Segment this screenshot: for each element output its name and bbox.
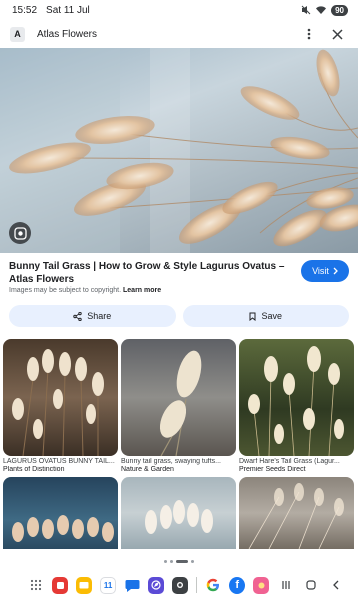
app-drawer-icon[interactable] <box>28 577 44 594</box>
status-left: 15:52 Sat 11 Jul <box>12 5 90 16</box>
close-button[interactable] <box>326 23 348 45</box>
grid-item[interactable] <box>121 477 236 549</box>
result-title[interactable]: Bunny Tail Grass | How to Grow & Style L… <box>9 260 294 286</box>
bunny-tail-thumbnail <box>248 483 344 549</box>
page-dot <box>170 560 173 563</box>
mute-icon <box>301 5 311 15</box>
save-label: Save <box>261 311 282 321</box>
dock-separator <box>196 577 198 593</box>
bunny-tail-thumbnail <box>159 350 202 456</box>
bunny-tail-grass-photo <box>0 48 358 253</box>
grid-item-source: Premier Seeds Direct <box>239 466 306 473</box>
status-bar: 15:52 Sat 11 Jul 90 <box>0 0 358 20</box>
grid-item[interactable]: Dwarf Hare's Tail Grass (Lagur... Premie… <box>239 339 354 473</box>
thumbnail-image[interactable] <box>239 477 354 549</box>
status-time: 15:52 <box>12 4 38 16</box>
back-button[interactable] <box>327 576 344 594</box>
copyright-text: Images may be subject to copyright. <box>9 287 122 294</box>
page-dot <box>164 560 167 563</box>
more-vert-icon <box>307 28 311 40</box>
share-button[interactable]: Share <box>9 305 176 327</box>
app-icon-red[interactable] <box>52 576 69 594</box>
thumbnail-image[interactable] <box>121 339 236 456</box>
chevron-right-icon <box>333 267 338 275</box>
result-info: Bunny Tail Grass | How to Grow & Style L… <box>9 256 349 302</box>
recents-button[interactable] <box>277 576 294 594</box>
grid-item[interactable]: LAGURUS OVATUS BUNNY TAIL... Plants of D… <box>3 339 118 473</box>
back-icon <box>332 580 339 590</box>
grid-item-title: LAGURUS OVATUS BUNNY TAIL... <box>3 458 115 465</box>
save-button[interactable]: Save <box>182 305 349 327</box>
more-options-button[interactable] <box>298 23 320 45</box>
messages-icon[interactable] <box>124 577 140 594</box>
google-icon[interactable] <box>205 577 221 594</box>
thumbnail-image[interactable] <box>121 477 236 549</box>
visit-button[interactable]: Visit <box>301 260 349 282</box>
navigation-bar: 11 f <box>0 570 358 600</box>
related-images-grid: LAGURUS OVATUS BUNNY TAIL... Plants of D… <box>3 339 355 553</box>
learn-more-link[interactable]: Learn more <box>123 287 161 294</box>
grid-row: LAGURUS OVATUS BUNNY TAIL... Plants of D… <box>3 339 355 473</box>
status-date: Sat 11 Jul <box>46 4 90 16</box>
thumbnail-image[interactable] <box>3 339 118 456</box>
camera-icon[interactable] <box>172 576 189 594</box>
battery-badge: 90 <box>331 4 348 16</box>
page-dot-active <box>176 560 188 563</box>
calendar-icon[interactable]: 11 <box>100 576 117 594</box>
bunny-tail-thumbnail <box>12 349 104 456</box>
browser-icon[interactable] <box>148 576 165 594</box>
close-icon <box>331 28 343 40</box>
thumbnail-image[interactable] <box>3 477 118 549</box>
home-icon <box>306 580 316 590</box>
grid-item-source: Nature & Garden <box>121 466 174 473</box>
action-bar: Share Save <box>9 305 349 327</box>
grid-item[interactable]: Bunny tail grass, swaying tufts... Natur… <box>121 339 236 473</box>
status-right: 90 <box>301 4 348 16</box>
page-dot <box>191 560 194 563</box>
grid-item[interactable] <box>3 477 118 549</box>
calendar-day: 11 <box>103 580 113 590</box>
grid-row <box>3 477 355 549</box>
bunny-tail-thumbnail <box>145 500 213 534</box>
google-lens-icon <box>13 226 27 240</box>
google-lens-button[interactable] <box>9 222 31 244</box>
app-icon-pink[interactable] <box>253 576 270 594</box>
copyright-notice: Images may be subject to copyright. Lear… <box>9 287 161 294</box>
site-logo-icon: A <box>10 26 25 42</box>
share-label: Share <box>87 311 112 321</box>
hero-image[interactable] <box>0 48 358 253</box>
site-name: Atlas Flowers <box>37 28 98 40</box>
share-icon <box>73 311 82 321</box>
grid-item-source: Plants of Distinction <box>3 466 65 473</box>
bookmark-icon <box>249 312 256 321</box>
grid-item[interactable] <box>239 477 354 549</box>
grid-item-title: Dwarf Hare's Tail Grass (Lagur... <box>239 458 340 465</box>
files-icon[interactable] <box>76 576 93 594</box>
page-indicator <box>0 560 358 563</box>
page-header: A Atlas Flowers <box>0 20 358 48</box>
bunny-tail-thumbnail <box>248 346 344 456</box>
recents-icon <box>282 581 290 589</box>
home-button[interactable] <box>302 576 319 594</box>
facebook-icon[interactable]: f <box>229 576 246 594</box>
thumbnail-image[interactable] <box>239 339 354 456</box>
grid-item-title: Bunny tail grass, swaying tufts... <box>121 458 221 465</box>
bunny-tail-thumbnail <box>12 515 114 542</box>
visit-label: Visit <box>312 266 329 276</box>
wifi-icon <box>316 6 327 14</box>
